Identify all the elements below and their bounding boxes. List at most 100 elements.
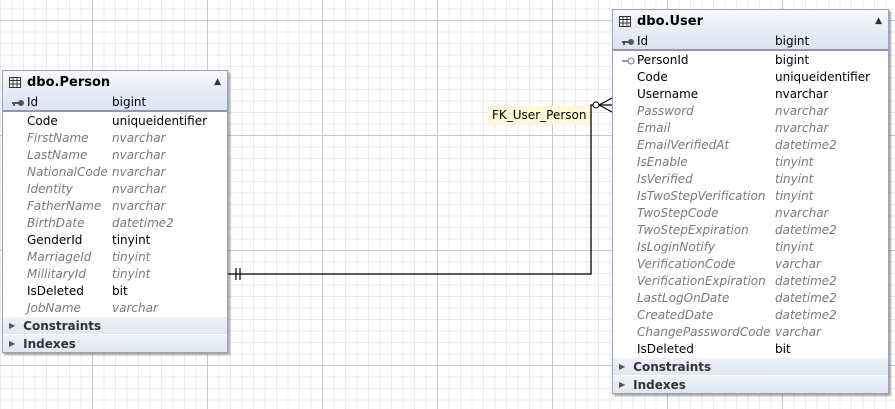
- user-sections: ▶ Constraints ▶ Indexes: [613, 357, 888, 393]
- column-row[interactable]: VerificationExpiration datetime2: [613, 272, 888, 289]
- column-icon-slot: [11, 235, 25, 245]
- column-name: BirthDate: [27, 215, 85, 230]
- column-row[interactable]: Username nvarchar: [613, 85, 888, 102]
- column-icon-slot: [621, 225, 635, 235]
- column-row[interactable]: IsLoginNotify tinyint: [613, 238, 888, 255]
- column-type: tinyint: [112, 266, 151, 281]
- section-label: Indexes: [23, 336, 76, 351]
- column-row[interactable]: IsDeleted bit: [3, 282, 227, 299]
- column-type: nvarchar: [112, 130, 166, 145]
- column-row[interactable]: IsVerified tinyint: [613, 170, 888, 187]
- column-name: Identity: [27, 181, 73, 196]
- primary-key-icon: [11, 97, 25, 107]
- column-icon-slot: [11, 201, 25, 211]
- column-name: PersonId: [637, 52, 689, 67]
- column-icon-slot: [621, 344, 635, 354]
- column-type: bigint: [775, 33, 810, 48]
- column-type: varchar: [775, 324, 821, 339]
- column-row[interactable]: ChangePasswordCode varchar: [613, 323, 888, 340]
- column-type: tinyint: [112, 232, 151, 247]
- column-row[interactable]: JobName varchar: [3, 299, 227, 316]
- user-table-title: dbo.User: [637, 13, 704, 29]
- column-type: nvarchar: [775, 86, 829, 101]
- column-type: tinyint: [775, 239, 814, 254]
- collapse-icon[interactable]: ▲: [214, 77, 221, 87]
- column-row[interactable]: NationalCode nvarchar: [3, 163, 227, 180]
- column-type: uniqueidentifier: [775, 69, 871, 84]
- expand-arrow-icon: ▶: [9, 339, 16, 348]
- column-row[interactable]: Code uniqueidentifier: [613, 68, 888, 85]
- collapse-icon[interactable]: ▲: [875, 16, 882, 26]
- table-icon: [9, 76, 21, 88]
- section-indexes[interactable]: ▶ Indexes: [613, 375, 888, 393]
- fk-user-person-label[interactable]: FK_User_Person: [488, 106, 591, 124]
- column-type: nvarchar: [775, 205, 829, 220]
- column-row[interactable]: LastName nvarchar: [3, 146, 227, 163]
- column-icon-slot: [11, 184, 25, 194]
- column-icon-slot: [621, 327, 635, 337]
- column-row[interactable]: Identity nvarchar: [3, 180, 227, 197]
- column-row[interactable]: Id bigint: [3, 93, 227, 112]
- column-row[interactable]: IsEnable tinyint: [613, 153, 888, 170]
- column-name: Username: [637, 86, 699, 101]
- column-row[interactable]: LastLogOnDate datetime2: [613, 289, 888, 306]
- column-type: bigint: [112, 94, 147, 109]
- column-icon-slot: [11, 150, 25, 160]
- column-type: tinyint: [775, 171, 814, 186]
- column-row[interactable]: MillitaryId tinyint: [3, 265, 227, 282]
- table-icon: [619, 15, 631, 27]
- column-type: datetime2: [775, 290, 837, 305]
- column-type: tinyint: [112, 249, 151, 264]
- column-row[interactable]: GenderId tinyint: [3, 231, 227, 248]
- person-table-header[interactable]: dbo.Person ▲: [3, 71, 227, 93]
- column-row[interactable]: TwoStepExpiration datetime2: [613, 221, 888, 238]
- column-name: TwoStepCode: [637, 205, 719, 220]
- column-row[interactable]: IsTwoStepVerification tinyint: [613, 187, 888, 204]
- column-type: nvarchar: [775, 103, 829, 118]
- column-row[interactable]: Email nvarchar: [613, 119, 888, 136]
- section-constraints[interactable]: ▶ Constraints: [613, 357, 888, 375]
- column-row[interactable]: PersonId bigint: [613, 51, 888, 68]
- column-row[interactable]: CreatedDate datetime2: [613, 306, 888, 323]
- column-row[interactable]: MarriageId tinyint: [3, 248, 227, 265]
- column-icon-slot: [11, 167, 25, 177]
- column-type: nvarchar: [112, 198, 166, 213]
- column-icon-slot: [621, 89, 635, 99]
- column-row[interactable]: IsDeleted bit: [613, 340, 888, 357]
- column-icon-slot: [621, 310, 635, 320]
- section-constraints[interactable]: ▶ Constraints: [3, 316, 227, 334]
- column-row[interactable]: EmailVerifiedAt datetime2: [613, 136, 888, 153]
- person-table[interactable]: dbo.Person ▲ Id bigint Code uniqueidentifie…: [2, 70, 228, 353]
- column-row[interactable]: BirthDate datetime2: [3, 214, 227, 231]
- column-row[interactable]: Id bigint: [613, 32, 888, 51]
- column-type: nvarchar: [112, 181, 166, 196]
- column-icon-slot: [621, 140, 635, 150]
- column-icon-slot: [621, 157, 635, 167]
- column-type: bigint: [775, 52, 810, 67]
- column-row[interactable]: Password nvarchar: [613, 102, 888, 119]
- section-label: Constraints: [23, 318, 102, 333]
- column-type: uniqueidentifier: [112, 113, 208, 128]
- user-table-header[interactable]: dbo.User ▲: [613, 10, 888, 32]
- column-icon-slot: [621, 174, 635, 184]
- column-row[interactable]: FatherName nvarchar: [3, 197, 227, 214]
- column-icon-slot: [621, 259, 635, 269]
- column-icon-slot: [621, 106, 635, 116]
- column-name: LastLogOnDate: [637, 290, 730, 305]
- column-row[interactable]: Code uniqueidentifier: [3, 112, 227, 129]
- expand-arrow-icon: ▶: [9, 321, 16, 330]
- column-name: Id: [27, 94, 39, 109]
- column-type: varchar: [775, 256, 821, 271]
- column-name: IsEnable: [637, 154, 688, 169]
- person-table-title: dbo.Person: [27, 74, 111, 90]
- column-row[interactable]: TwoStepCode nvarchar: [613, 204, 888, 221]
- user-table[interactable]: dbo.User ▲ Id bigint PersonId bigint Code uni…: [612, 9, 889, 394]
- column-name: IsTwoStepVerification: [637, 188, 766, 203]
- column-icon-slot: [11, 252, 25, 262]
- section-label: Indexes: [633, 377, 686, 392]
- column-row[interactable]: VerificationCode varchar: [613, 255, 888, 272]
- column-row[interactable]: FirstName nvarchar: [3, 129, 227, 146]
- section-indexes[interactable]: ▶ Indexes: [3, 334, 227, 352]
- column-type: tinyint: [775, 188, 814, 203]
- column-name: Password: [637, 103, 694, 118]
